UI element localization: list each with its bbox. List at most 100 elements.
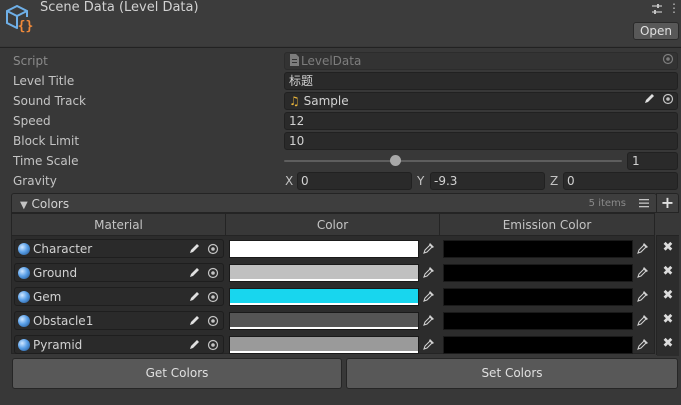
column-header-material[interactable]: Material [12,214,226,236]
material-name: Pyramid [33,338,83,352]
emission-swatch [444,313,632,329]
gravity-z-label[interactable]: Z [550,173,558,189]
speed-input[interactable]: 12 [284,112,678,130]
music-note-icon: ♫ [289,94,300,108]
script-field: LevelData [284,52,678,70]
color-field[interactable] [229,240,419,258]
emission-color-field[interactable] [443,336,633,354]
color-swatch [230,337,418,351]
column-header-emission-color[interactable]: Emission Color [440,214,654,236]
close-icon: ✖ [662,288,674,303]
gravity-x-label[interactable]: X [285,173,293,189]
remove-item-button[interactable]: ✖ [657,236,679,260]
colors-foldout[interactable]: ▼ Colors [20,196,69,214]
object-picker-icon[interactable] [662,93,674,105]
eyedropper-icon[interactable] [422,337,436,351]
emission-swatch [444,289,632,305]
pencil-icon[interactable] [188,291,200,303]
emission-color-field[interactable] [443,240,633,258]
pencil-icon[interactable] [643,93,655,105]
svg-text:{}: {} [18,19,34,33]
open-script-button[interactable]: Open [633,22,679,40]
eyedropper-icon[interactable] [422,289,436,303]
emission-swatch [444,265,632,281]
inspector-header: {} Scene Data (Level Data) ⋮ Open [0,0,681,46]
remove-item-button[interactable]: ✖ [657,308,679,332]
emission-color-field[interactable] [443,288,633,306]
pencil-icon[interactable] [188,315,200,327]
gravity-z-input[interactable]: 0 [563,172,678,190]
gravity-x-input[interactable]: 0 [297,172,412,190]
color-swatch [230,265,418,279]
script-object-icon: {} [6,4,34,33]
remove-item-button[interactable]: ✖ [657,332,679,356]
table-row: Obstacle1 [12,309,654,333]
time-scale-slider-thumb[interactable] [390,155,402,166]
color-swatch [230,289,418,303]
material-name: Obstacle1 [33,314,94,328]
pencil-icon[interactable] [188,339,200,351]
emission-swatch [444,337,632,353]
object-picker-icon[interactable] [207,291,219,303]
block-limit-row: Block Limit 10 [0,131,681,151]
level-title-input[interactable]: 标题 [284,72,678,90]
table-row: Ground [12,261,654,285]
color-field[interactable] [229,336,419,354]
time-scale-slider-track[interactable] [284,160,622,162]
set-colors-button[interactable]: Set Colors [346,358,678,389]
script-row: Script LevelData [0,51,681,71]
eyedropper-icon[interactable] [422,241,436,255]
colors-table: Material Color Emission Color Character G… [11,213,655,354]
eyedropper-icon[interactable] [636,265,650,279]
triangle-down-icon: ▼ [20,200,28,211]
remove-item-button[interactable]: ✖ [657,260,679,284]
object-picker-icon[interactable] [207,315,219,327]
gravity-row: Gravity X 0 Y -9.3 Z 0 [0,171,681,191]
gravity-y-input[interactable]: -9.3 [430,172,545,190]
alpha-bar [230,351,418,353]
gravity-y-label[interactable]: Y [417,173,424,189]
color-swatch [230,313,418,327]
script-label: Script [13,54,48,68]
time-scale-input[interactable]: 1 [627,152,678,170]
eyedropper-icon[interactable] [636,313,650,327]
table-row: Pyramid [12,333,654,357]
color-field[interactable] [229,264,419,282]
table-row: Gem [12,285,654,309]
color-field[interactable] [229,288,419,306]
material-sphere-icon [18,243,30,255]
speed-label: Speed [13,114,51,128]
close-icon: ✖ [662,264,674,279]
pencil-icon[interactable] [188,267,200,279]
pencil-icon[interactable] [188,243,200,255]
eyedropper-icon[interactable] [636,337,650,351]
eyedropper-icon[interactable] [422,313,436,327]
emission-color-field[interactable] [443,264,633,282]
object-picker-icon[interactable] [207,339,219,351]
column-header-color[interactable]: Color [226,214,440,236]
sound-track-field[interactable]: ♫ Sample [284,92,678,110]
level-title-label: Level Title [13,74,75,88]
color-field[interactable] [229,312,419,330]
gravity-label: Gravity [13,174,57,188]
colors-count: 5 items [588,198,626,209]
block-limit-input[interactable]: 10 [284,132,678,150]
object-picker-icon [662,53,674,65]
remove-item-button[interactable]: ✖ [657,284,679,308]
eyedropper-icon[interactable] [636,241,650,255]
header-divider [0,47,681,48]
preset-sliders-icon[interactable] [650,2,664,16]
eyedropper-icon[interactable] [636,289,650,303]
emission-color-field[interactable] [443,312,633,330]
list-menu-icon[interactable] [638,197,650,209]
eyedropper-icon[interactable] [422,265,436,279]
add-item-button[interactable]: + [656,193,679,213]
alpha-bar [230,327,418,329]
object-picker-icon[interactable] [207,243,219,255]
kebab-menu-icon[interactable]: ⋮ [668,2,680,16]
alpha-bar [230,279,418,281]
object-picker-icon[interactable] [207,267,219,279]
speed-row: Speed 12 [0,111,681,131]
get-colors-button[interactable]: Get Colors [12,358,342,389]
alpha-bar [230,303,418,305]
